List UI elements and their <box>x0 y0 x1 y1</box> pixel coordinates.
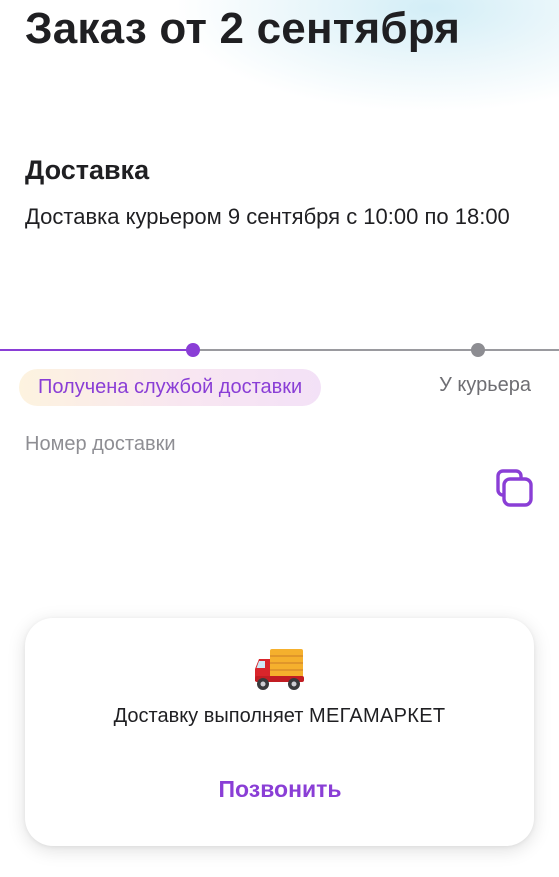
progress-remaining-line <box>193 349 559 351</box>
carrier-name: МЕГАМАРКЕТ <box>308 705 446 727</box>
carrier-info: Доставку выполняет МЕГАМАРКЕТ <box>25 705 534 728</box>
copy-icon[interactable] <box>494 468 536 510</box>
delivery-truck-icon <box>253 645 307 693</box>
delivery-progress-track <box>0 340 559 360</box>
page-title: Заказ от 2 сентября <box>25 4 461 53</box>
next-status-label: У курьера <box>439 374 531 396</box>
tracking-number-label: Номер доставки <box>25 433 176 455</box>
carrier-card: Доставку выполняет МЕГАМАРКЕТ Позвонить <box>25 618 534 846</box>
order-details-screen: Заказ от 2 сентября Доставка Доставка ку… <box>0 0 559 877</box>
delivery-description: Доставка курьером 9 сентября с 10:00 по … <box>25 204 510 229</box>
current-step-dot <box>186 343 200 357</box>
call-button[interactable]: Позвонить <box>180 771 380 807</box>
delivery-section-title: Доставка <box>25 155 150 185</box>
current-status-badge: Получена службой доставки <box>19 369 322 406</box>
carrier-prefix: Доставку выполняет <box>113 705 304 727</box>
progress-completed-line <box>0 349 193 351</box>
next-step-dot <box>471 343 485 357</box>
